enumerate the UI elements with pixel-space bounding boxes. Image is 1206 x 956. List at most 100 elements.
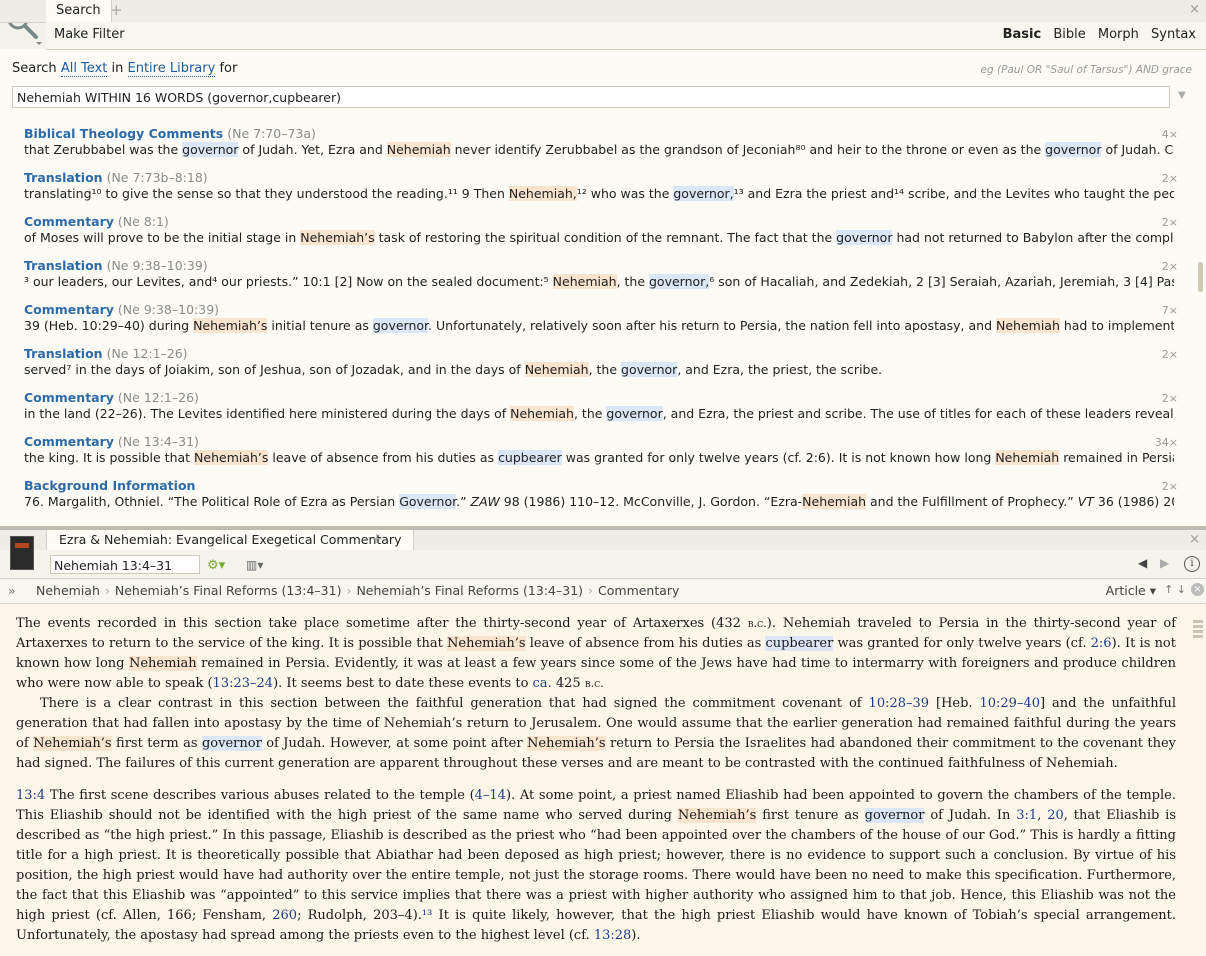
breadcrumb-item[interactable]: Commentary (598, 583, 679, 598)
text-run: ). (631, 928, 641, 943)
result-hit-count: 4× (1161, 128, 1178, 141)
result-snippet: that Zerubbabel was the governor of Juda… (24, 142, 1174, 157)
article-nav-arrows-icon[interactable]: ↑ ↓ (1164, 583, 1186, 596)
highlight-nehemiah: Nehemiah (995, 318, 1060, 333)
result-hit-count: 2× (1161, 260, 1178, 273)
highlight-nehemiah: Nehemiah (995, 450, 1060, 465)
result-title[interactable]: Background Information (24, 478, 195, 493)
result-title[interactable]: Translation (24, 258, 103, 273)
reference-link[interactable]: ca. (533, 676, 552, 691)
reference-link[interactable]: 10:28–39 (869, 696, 930, 711)
book-panel: Ezra & Nehemiah: Evangelical Exegetical … (0, 530, 1206, 956)
result-title[interactable]: Translation (24, 346, 103, 361)
mode-syntax[interactable]: Syntax (1151, 27, 1196, 42)
result-title[interactable]: Biblical Theology Comments (24, 126, 223, 141)
mode-bible[interactable]: Bible (1053, 27, 1085, 42)
text-run: first term as (111, 736, 202, 751)
make-filter-button[interactable]: Make Filter (54, 27, 125, 42)
reference-link[interactable]: 3:1 (1016, 808, 1037, 823)
info-icon[interactable]: i (1184, 556, 1200, 572)
back-arrow-icon[interactable]: ◀ (1138, 556, 1147, 570)
reference-link[interactable]: ¹³ (422, 908, 432, 923)
result-title[interactable]: Commentary (24, 302, 114, 317)
highlight-term: governor (182, 142, 239, 157)
breadcrumb-item[interactable]: Nehemiah’s Final Reforms (13:4–31) (115, 583, 342, 598)
text-run: , the (573, 406, 607, 421)
result-heading: Translation (Ne 7:73b–8:18) (24, 170, 208, 185)
search-result[interactable]: Background Information 2× 76. Margalith, O… (0, 476, 1206, 520)
reference-link[interactable]: 13:4 (16, 788, 45, 803)
highlight-term: governor (864, 808, 925, 823)
result-reference: (Ne 12:1–26) (117, 390, 199, 405)
search-result[interactable]: Commentary (Ne 9:38–10:39) 7× 39 (Heb. 10:2… (0, 300, 1206, 344)
result-heading: Commentary (Ne 12:1–26) (24, 390, 199, 405)
add-book-tab-button[interactable]: + (371, 530, 383, 549)
reference-link[interactable]: 13:23–24 (213, 676, 274, 691)
close-panel-button[interactable]: × (1189, 2, 1200, 17)
breadcrumb-bar: » Nehemiah › Nehemiah’s Final Reforms (13:… (0, 579, 1206, 604)
search-tab-bar: Search + × (0, 0, 1206, 23)
in-label: in (111, 61, 124, 76)
highlight-nehemiah: Nehemiah (524, 362, 589, 377)
scope-dropdown[interactable]: All Text (60, 61, 108, 77)
panel-menu-icon[interactable]: ▥▾ (246, 558, 263, 572)
search-result[interactable]: Translation (Ne 7:73b–8:18) 2× translating¹… (0, 168, 1206, 212)
reference-link[interactable]: 4–14 (475, 788, 506, 803)
breadcrumb-item[interactable]: Nehemiah’s Final Reforms (13:4–31) (356, 583, 583, 598)
query-history-dropdown-icon[interactable]: ▼ (1178, 90, 1186, 101)
result-hit-count: 2× (1161, 348, 1178, 361)
results-scrollbar[interactable] (1198, 262, 1203, 292)
document-scroll-indicator[interactable] (1193, 620, 1203, 640)
reference-link[interactable]: 260 (272, 908, 297, 923)
text-run: , and Ezra, the priest, the scribe. (677, 362, 883, 377)
search-result[interactable]: Biblical Theology Comments (Ne 7:70–73a) 4… (0, 124, 1206, 168)
highlight-term: governor (372, 318, 429, 333)
text-run: the king. It is possible that (24, 450, 195, 465)
reference-link[interactable]: 2:6 (1091, 636, 1112, 651)
result-title[interactable]: Commentary (24, 214, 114, 229)
search-result[interactable]: Translation (Ne 9:38–10:39) 2× ³ our leader… (0, 256, 1206, 300)
search-tab[interactable]: Search (46, 0, 112, 22)
search-result[interactable]: Commentary (Ne 13:4–31) 34× the king. It is… (0, 432, 1206, 476)
result-title[interactable]: Translation (24, 170, 103, 185)
result-heading: Translation (Ne 9:38–10:39) (24, 258, 208, 273)
search-result[interactable]: Commentary (Ne 12:1–26) 2× in the land (22–… (0, 388, 1206, 432)
book-tab[interactable]: Ezra & Nehemiah: Evangelical Exegetical … (46, 530, 415, 550)
search-results-list: Biblical Theology Comments (Ne 7:70–73a) 4… (0, 124, 1206, 526)
breadcrumb-item[interactable]: Nehemiah (36, 583, 100, 598)
search-result[interactable]: Translation (Ne 12:1–26) 2× served⁷ in the … (0, 344, 1206, 388)
library-dropdown[interactable]: Entire Library (127, 61, 216, 77)
visual-filters-icon[interactable]: ⚙▾ (207, 558, 225, 573)
result-heading: Background Information (24, 478, 199, 493)
result-hit-count: 34× (1154, 436, 1178, 449)
text-run: , and Ezra, the priest and scribe. The u… (662, 406, 1174, 421)
highlight-nehemiah: Nehemiah’s (33, 736, 112, 751)
article-dropdown[interactable]: Article ▾ (1106, 583, 1156, 598)
mode-basic[interactable]: Basic (1003, 27, 1042, 42)
text-run: leave of absence from his duties as (525, 636, 766, 651)
search-result[interactable]: Commentary (Ne 8:1) 2× of Moses will prove … (0, 212, 1206, 256)
expand-toc-icon[interactable]: » (8, 583, 16, 598)
book-toolbar: Nehemiah 13:4–31 ⚙▾ ▥▾ ◀ ▶ i (0, 550, 1206, 579)
journal-abbrev: VT (1077, 494, 1094, 509)
reference-link[interactable]: 13:28 (594, 928, 631, 943)
result-reference: (Ne 9:38–10:39) (117, 302, 220, 317)
result-title[interactable]: Commentary (24, 434, 114, 449)
add-tab-button[interactable]: + (110, 0, 123, 21)
mode-morph[interactable]: Morph (1098, 27, 1139, 42)
book-cover-icon[interactable] (10, 536, 34, 570)
result-heading: Commentary (Ne 8:1) (24, 214, 169, 229)
text-run: , the (588, 362, 622, 377)
reference-input[interactable]: Nehemiah 13:4–31 (50, 555, 200, 574)
result-title[interactable]: Commentary (24, 390, 114, 405)
highlight-term: governor (201, 736, 262, 751)
reference-link[interactable]: 20 (1047, 808, 1064, 823)
forward-arrow-icon[interactable]: ▶ (1160, 556, 1169, 570)
text-run: of Moses will prove to be the initial st… (24, 230, 301, 245)
filter-bar: Make Filter Basic Bible Morph Syntax (46, 22, 1206, 50)
close-breadcrumb-icon[interactable]: × (1191, 583, 1204, 596)
reference-link[interactable]: 10:29–40 (979, 696, 1040, 711)
search-input[interactable]: Nehemiah WITHIN 16 WORDS (governor,cupbe… (12, 86, 1170, 108)
close-book-panel-button[interactable]: × (1189, 532, 1200, 547)
text-run: .” (456, 494, 471, 509)
